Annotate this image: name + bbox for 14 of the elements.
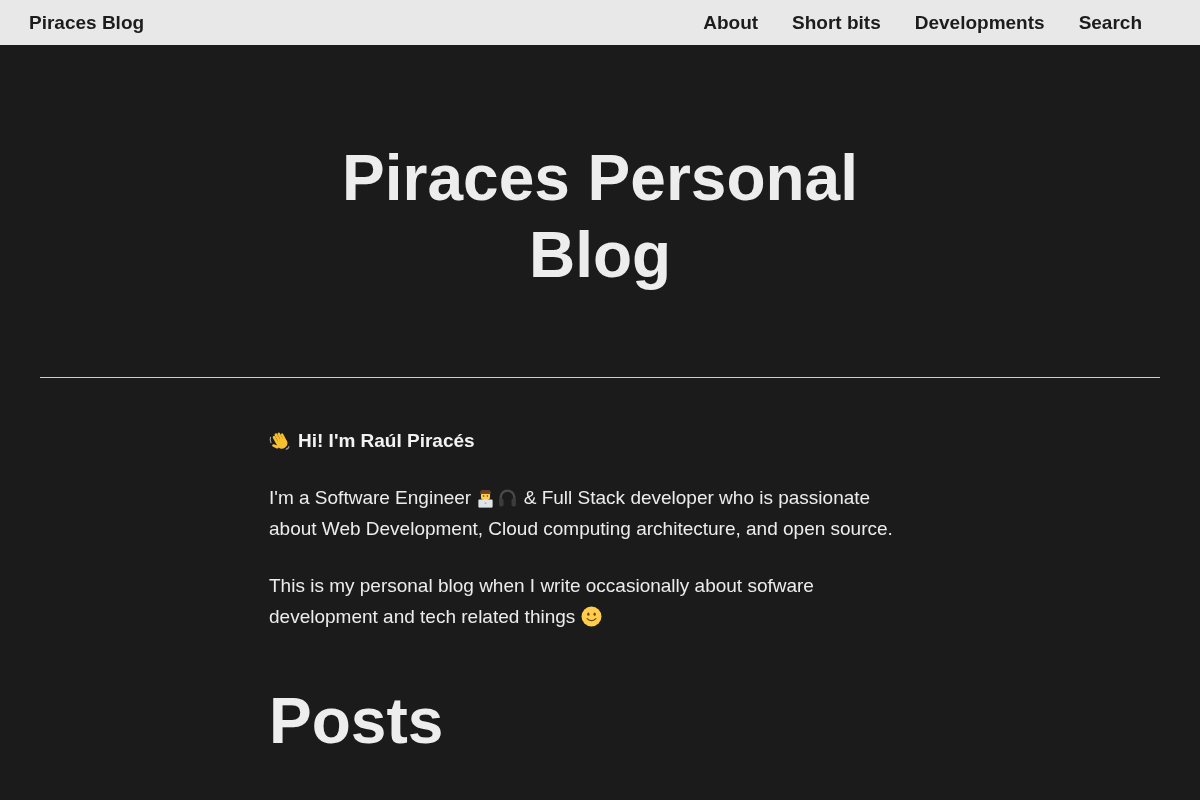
nav-link[interactable]: About	[703, 11, 759, 34]
technologist-icon	[476, 488, 496, 508]
posts-heading: Posts	[269, 684, 445, 759]
intro-paragraph: I'm a Software Engineer & Full Stack developer who is passionate about Web Development, Cloud computing architecture, and open source.	[269, 486, 894, 541]
blog-title: Piraces Personal Blog	[341, 141, 859, 293]
waving-hand-icon	[269, 430, 290, 451]
site-title-link[interactable]: Piraces Blog	[29, 11, 145, 34]
nav-link[interactable]: Developments	[914, 11, 1045, 34]
nav-link[interactable]: Short bits	[792, 11, 881, 34]
smiley-icon	[580, 606, 602, 627]
headphones-icon	[497, 487, 519, 508]
intro-paragraph: This is my personal blog when I write occasionally about sofware development and tech related things	[269, 574, 815, 629]
greeting-text: Hi! I'm Raúl Piracés	[298, 429, 475, 453]
nav-link[interactable]: Search	[1078, 11, 1142, 34]
